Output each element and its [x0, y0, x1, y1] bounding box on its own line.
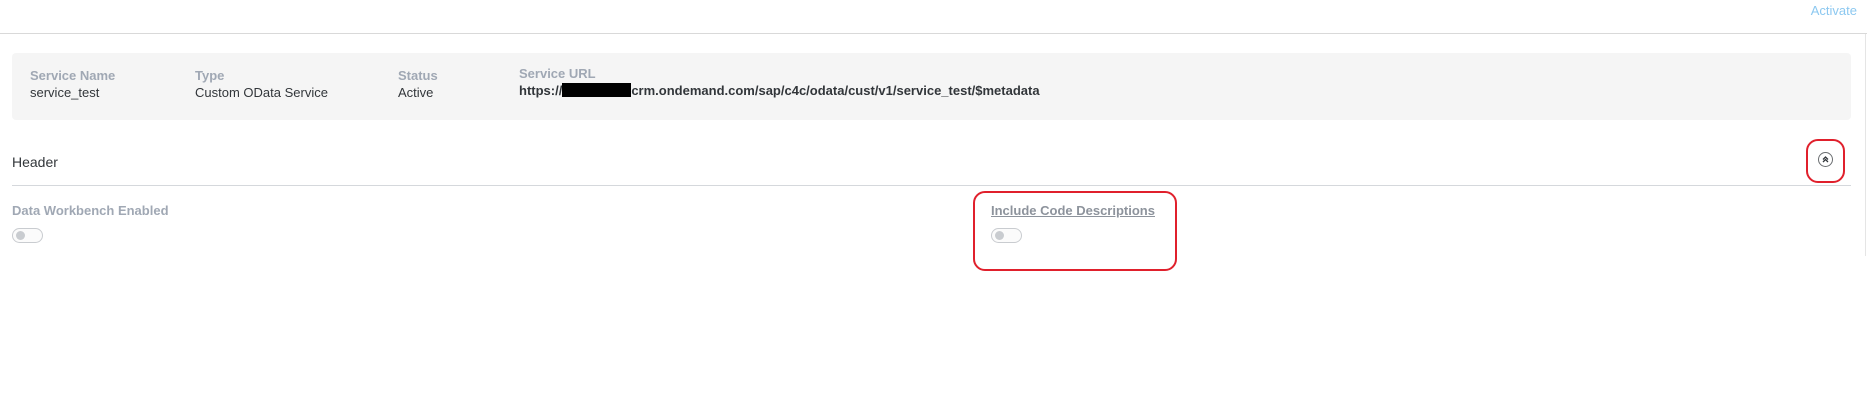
data-workbench-label: Data Workbench Enabled [12, 203, 169, 218]
include-code-descriptions-label[interactable]: Include Code Descriptions [991, 203, 1155, 218]
service-url-prefix: https:// [519, 83, 563, 98]
toggle-knob [16, 231, 25, 240]
service-url-value[interactable]: https:// crm.ondemand.com/sap/c4c/odata/c… [519, 83, 1040, 98]
activate-button[interactable]: Activate [1811, 3, 1857, 18]
service-type-value: Custom OData Service [195, 85, 328, 100]
service-status-label: Status [398, 68, 438, 83]
collapse-header-button[interactable] [1818, 152, 1833, 167]
service-status-value: Active [398, 85, 434, 100]
service-name-value: service_test [30, 85, 100, 100]
redacted-block [562, 83, 632, 97]
service-status-column: Status Active [398, 68, 438, 100]
chevron-up-circle-icon [1822, 156, 1829, 163]
header-divider [12, 185, 1851, 186]
service-type-label: Type [195, 68, 225, 83]
service-url-label: Service URL [519, 66, 596, 81]
service-url-suffix: crm.ondemand.com/sap/c4c/odata/cust/v1/s… [631, 83, 1040, 98]
service-info-panel: Service Name service_test Type Custom OD… [12, 53, 1851, 120]
service-name-label: Service Name [30, 68, 116, 83]
right-divider [1865, 34, 1866, 256]
service-type-column: Type Custom OData Service [195, 68, 328, 100]
service-url-column: Service URL https:// crm.ondemand.com/sap… [519, 66, 1040, 98]
top-toolbar: Activate [0, 0, 1867, 34]
data-workbench-toggle[interactable] [12, 228, 43, 243]
service-name-column: Service Name service_test [30, 68, 115, 100]
include-code-descriptions-toggle[interactable] [991, 228, 1022, 243]
header-section-title: Header [12, 154, 58, 170]
toggle-knob [995, 231, 1004, 240]
